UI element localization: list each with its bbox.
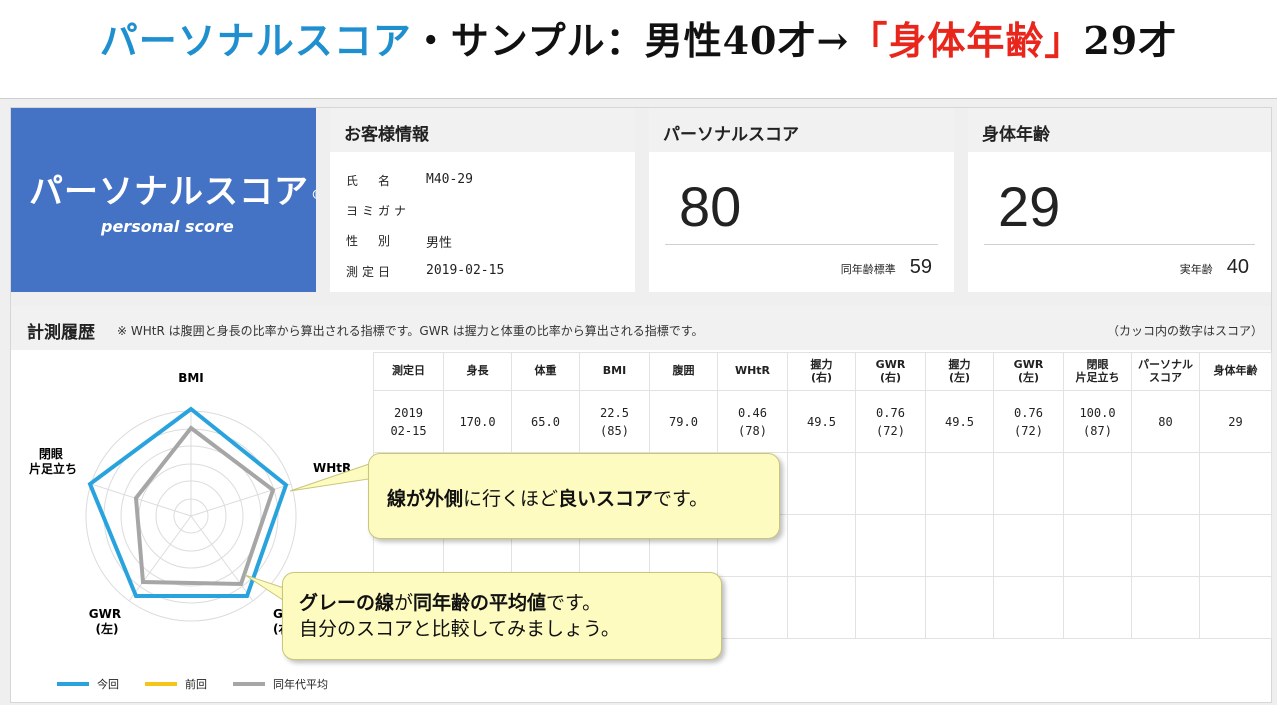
callout2-bold-b: 同年齢の平均値 <box>413 592 547 614</box>
callout1-end: です。 <box>653 488 709 510</box>
callout2-line2: 自分のスコアと比較してみましょう。 <box>299 617 620 640</box>
callout-average-line-tip: グレーの線が同年齢の平均値です。 自分のスコアと比較してみましょう。 <box>282 572 722 660</box>
callout-pointer-1 <box>289 461 376 492</box>
callout1-text: に行くほど <box>463 488 559 510</box>
callout-outer-line-tip: 線が外側に行くほど良いスコアです。 <box>368 453 780 539</box>
callout2-bold-a: グレーの線 <box>299 592 395 614</box>
callout2-text-a: が <box>394 592 414 614</box>
callout1-bold-a: 線が外側 <box>387 488 464 510</box>
callout1-bold-b: 良いスコア <box>558 488 654 510</box>
callout2-text-b: です。 <box>546 592 602 614</box>
